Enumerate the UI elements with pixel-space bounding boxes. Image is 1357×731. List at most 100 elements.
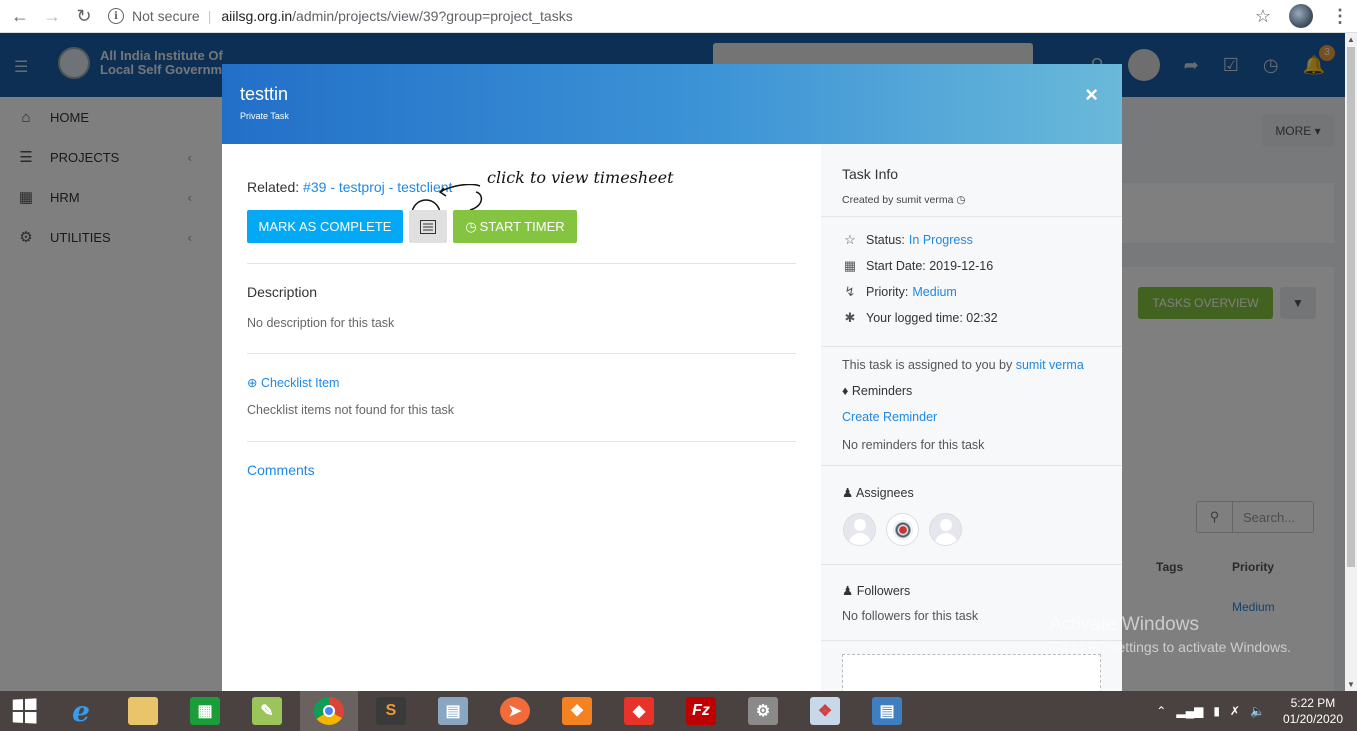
taskbar-ie[interactable]: e [52,691,110,731]
taskbar-chrome[interactable] [300,691,358,731]
activate-windows-watermark: Activate Windows Go to PC settings to ac… [1049,614,1291,655]
signal-icon[interactable]: ▂▄▆ [1176,704,1203,718]
dropzone[interactable] [842,654,1101,691]
created-by-text: Created by sumit verma [842,194,954,206]
clock-icon: ◷ [956,194,966,206]
start-timer-label: START TIMER [479,219,565,234]
postman-icon: ➤ [500,697,530,725]
settings-gear-icon: ⚙ [748,697,778,725]
paint-icon: ❖ [810,697,840,725]
windows-logo-icon [12,698,37,724]
bell-icon: ♦ [842,384,849,398]
taskbar-sublime[interactable]: S [362,691,420,731]
no-reminders-text: No reminders for this task [842,438,985,452]
bookmark-star-icon[interactable]: ☆ [1255,6,1271,27]
list-icon [420,219,436,234]
task-title: testtin [240,84,289,104]
star-half-icon: ☆ [844,232,856,247]
clock[interactable]: 5:22 PM 01/20/2020 [1283,695,1343,727]
forward-icon[interactable]: → [40,4,64,28]
assigned-by-line: This task is assigned to you by sumit ve… [842,358,1084,372]
comments-link[interactable]: Comments [247,462,315,478]
task-modal: testtin Private Task × Related: #39 - te… [222,64,1122,691]
taskbar-postman[interactable]: ➤ [486,691,544,731]
assignee-avatars [843,513,962,546]
status-row: ☆ Status: In Progress [842,232,973,248]
clock-date: 01/20/2020 [1282,712,1343,726]
reload-icon[interactable]: ↻ [72,4,96,28]
battery-icon[interactable]: ▮ [1213,704,1220,718]
taskbar-monitor[interactable]: ▤ [424,691,482,731]
create-reminder-link[interactable]: Create Reminder [842,410,937,424]
calendar-icon: ▦ [843,258,857,273]
taskbar-notepadpp[interactable]: ✎ [238,691,296,731]
avatar[interactable] [886,513,919,546]
network-off-icon[interactable]: ✗ [1230,704,1240,718]
task-visibility: Private Task [240,111,289,121]
sublime-icon: S [376,697,406,725]
taskbar-xampp[interactable]: ❖ [548,691,606,731]
user-icon: ♟ [842,486,854,500]
add-checklist-item-link[interactable]: ⊕ Checklist Item [247,375,339,390]
scroll-down-icon[interactable]: ▼ [1347,680,1355,689]
windows-taskbar: e ▦ ✎ S ▤ ➤ ❖ ◆ Fz ⚙ ❖ ▤ ⌃ ▂▄▆ ▮ ✗ 🔈 5:2… [0,691,1357,731]
created-by: Created by sumit verma ◷ [842,194,966,206]
mark-complete-button[interactable]: MARK AS COMPLETE [247,210,403,243]
profile-avatar-icon[interactable] [1289,4,1313,28]
taskbar-explorer[interactable] [114,691,172,731]
avatar[interactable] [929,513,962,546]
internet-explorer-icon: e [72,694,90,728]
browser-menu-icon[interactable]: ⋮ [1331,6,1349,27]
system-tray: ⌃ ▂▄▆ ▮ ✗ 🔈 5:22 PM 01/20/2020 [1156,691,1343,731]
checklist-empty-text: Checklist items not found for this task [247,403,455,417]
info-icon[interactable]: i [108,8,124,24]
handwritten-annotation: click to view timesheet [487,168,674,187]
divider [821,346,1122,347]
assigned-by-link[interactable]: sumit verma [1016,358,1084,372]
scroll-up-icon[interactable]: ▲ [1347,35,1355,44]
divider [247,441,796,442]
taskbar-paint[interactable]: ❖ [796,691,854,731]
taskbar-anydesk[interactable]: ◆ [610,691,668,731]
divider [247,353,796,354]
task-info-heading: Task Info [842,166,899,182]
clock-icon: ◷ [465,218,477,234]
status-value[interactable]: In Progress [909,233,973,247]
taskbar-store[interactable]: ▦ [176,691,234,731]
priority-value[interactable]: Medium [912,285,956,299]
close-icon[interactable]: × [1085,82,1098,108]
start-button[interactable] [0,691,48,731]
back-icon[interactable]: ← [8,4,32,28]
start-timer-button[interactable]: ◷ START TIMER [453,210,577,243]
assigned-text: This task is assigned to you by [842,358,1013,372]
no-followers-text: No followers for this task [842,609,979,623]
store-icon: ▦ [190,697,220,725]
taskbar-filezilla[interactable]: Fz [672,691,730,731]
plus-circle-icon: ⊕ [247,376,258,390]
page-scrollbar[interactable]: ▲ ▼ [1345,33,1357,691]
start-date-text: Start Date: 2019-12-16 [866,259,994,273]
photos-icon: ▤ [872,697,902,725]
notepad-plus-icon: ✎ [252,697,282,725]
not-secure-label: Not secure [132,8,200,24]
user-icon: ♟ [842,584,854,598]
status-label: Status: [866,233,905,247]
scrollbar-thumb[interactable] [1347,47,1355,567]
omnibox-separator: | [207,8,212,24]
chevron-up-icon[interactable]: ⌃ [1156,704,1166,718]
modal-header: testtin Private Task × [222,64,1122,144]
url-path: /admin/projects/view/39?group=project_ta… [292,8,573,24]
taskbar-settings[interactable]: ⚙ [734,691,792,731]
monitor-icon: ▤ [438,697,468,725]
volume-icon[interactable]: 🔈 [1250,704,1265,718]
timesheet-button[interactable] [409,210,447,243]
avatar[interactable] [843,513,876,546]
clock-time: 5:22 PM [1290,696,1336,710]
assignees-label: Assignees [856,486,914,500]
task-main-section: Related: #39 - testproj - testclient cli… [222,144,821,691]
related-label: Related: [247,179,300,195]
address-bar[interactable]: i Not secure | aiilsg.org.in/admin/proje… [108,3,1278,29]
followers-heading: ♟ Followers [842,583,910,598]
description-heading: Description [247,284,318,300]
taskbar-photos[interactable]: ▤ [858,691,916,731]
